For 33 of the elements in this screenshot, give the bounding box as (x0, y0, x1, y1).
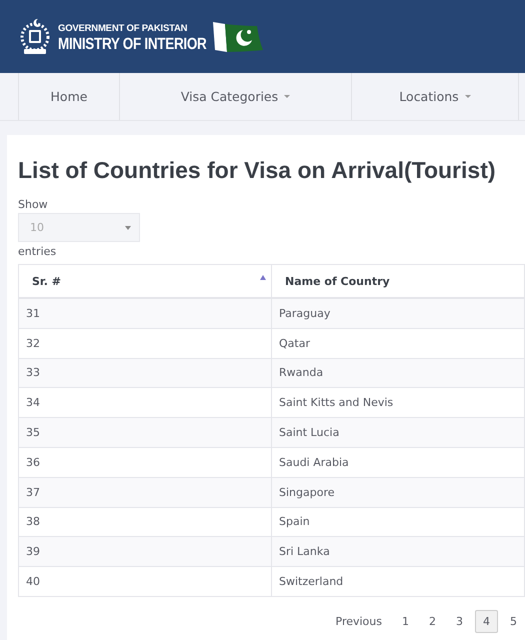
table-cell: Qatar (272, 328, 524, 358)
page-link[interactable]: 3 (448, 610, 471, 633)
table-cell: Saudi Arabia (272, 447, 524, 478)
table-cell: 33 (18, 358, 272, 388)
table-cell: 36 (18, 447, 272, 478)
nav-link[interactable]: Visa Categories (119, 73, 351, 120)
emblem-icon (18, 16, 52, 56)
table-cell: 32 (18, 328, 272, 358)
table-cell: 40 (18, 566, 272, 596)
page-link[interactable]: 5 (502, 610, 525, 633)
table-cell: 35 (18, 418, 272, 448)
page-link[interactable]: 2 (421, 610, 444, 633)
ministry-text: MINISTRY OF INTERIOR (58, 36, 207, 52)
previous-link[interactable]: Previous (328, 610, 390, 633)
nav-link[interactable]: Locations (351, 73, 519, 120)
nav-link[interactable]: Home (18, 73, 119, 120)
table-cell: Switzerland (272, 566, 524, 596)
table-cell: Rwanda (272, 358, 524, 388)
table-cell: Sri Lanka (272, 536, 524, 567)
page-link[interactable]: 4 (475, 610, 498, 633)
page-title: List of Countries for Visa on Arrival(Tourist) (18, 157, 497, 184)
table-cell: Saint Lucia (272, 418, 524, 448)
table-cell: Singapore (272, 477, 524, 508)
table-cell: 37 (18, 477, 272, 508)
government-text: GOVERNMENT OF PAKISTAN (58, 24, 188, 34)
show-label: Show (18, 198, 49, 211)
flag-icon (212, 20, 263, 54)
table-cell: 31 (18, 298, 272, 328)
table-cell: 39 (18, 536, 272, 567)
caret-icon (125, 226, 131, 230)
entries-label: entries (18, 245, 58, 258)
table-cell: Paraguay (272, 298, 524, 328)
page-link[interactable]: 1 (394, 610, 417, 633)
